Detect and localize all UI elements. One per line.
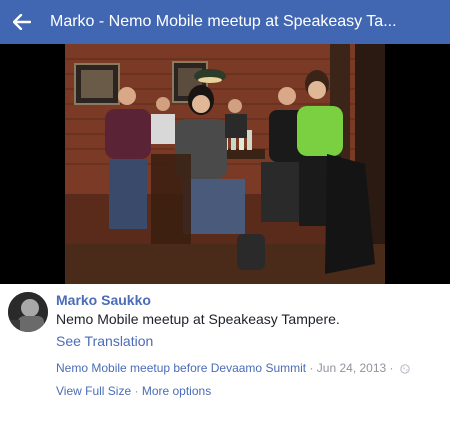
photo-viewer[interactable] [0,44,450,284]
separator: · [134,384,139,398]
meetup-photo-image [65,44,385,284]
album-info: Nemo Mobile meetup before Devaamo Summit… [56,361,410,377]
photo-options: View Full Size · More options [56,384,211,398]
top-bar: Marko - Nemo Mobile meetup at Speakeasy … [0,0,450,44]
globe-icon [400,363,410,377]
page-title: Marko - Nemo Mobile meetup at Speakeasy … [50,13,397,30]
post-caption: Nemo Mobile meetup at Speakeasy Tampere. [56,311,340,327]
avatar[interactable] [8,292,48,332]
back-button[interactable] [2,0,42,44]
post-date[interactable]: Jun 24, 2013 [317,361,386,375]
arrow-left-icon [13,14,31,30]
separator: · [309,361,314,375]
author-name[interactable]: Marko Saukko [56,292,151,308]
more-options-link[interactable]: More options [142,384,211,398]
see-translation-link[interactable]: See Translation [56,333,153,349]
meetup-photo[interactable] [65,44,385,284]
album-link[interactable]: Nemo Mobile meetup before Devaamo Summit [56,361,306,375]
view-full-size-link[interactable]: View Full Size [56,384,131,398]
post-details: Marko Saukko Nemo Mobile meetup at Speak… [0,284,450,431]
separator: · [389,361,394,375]
avatar-image [8,292,48,332]
